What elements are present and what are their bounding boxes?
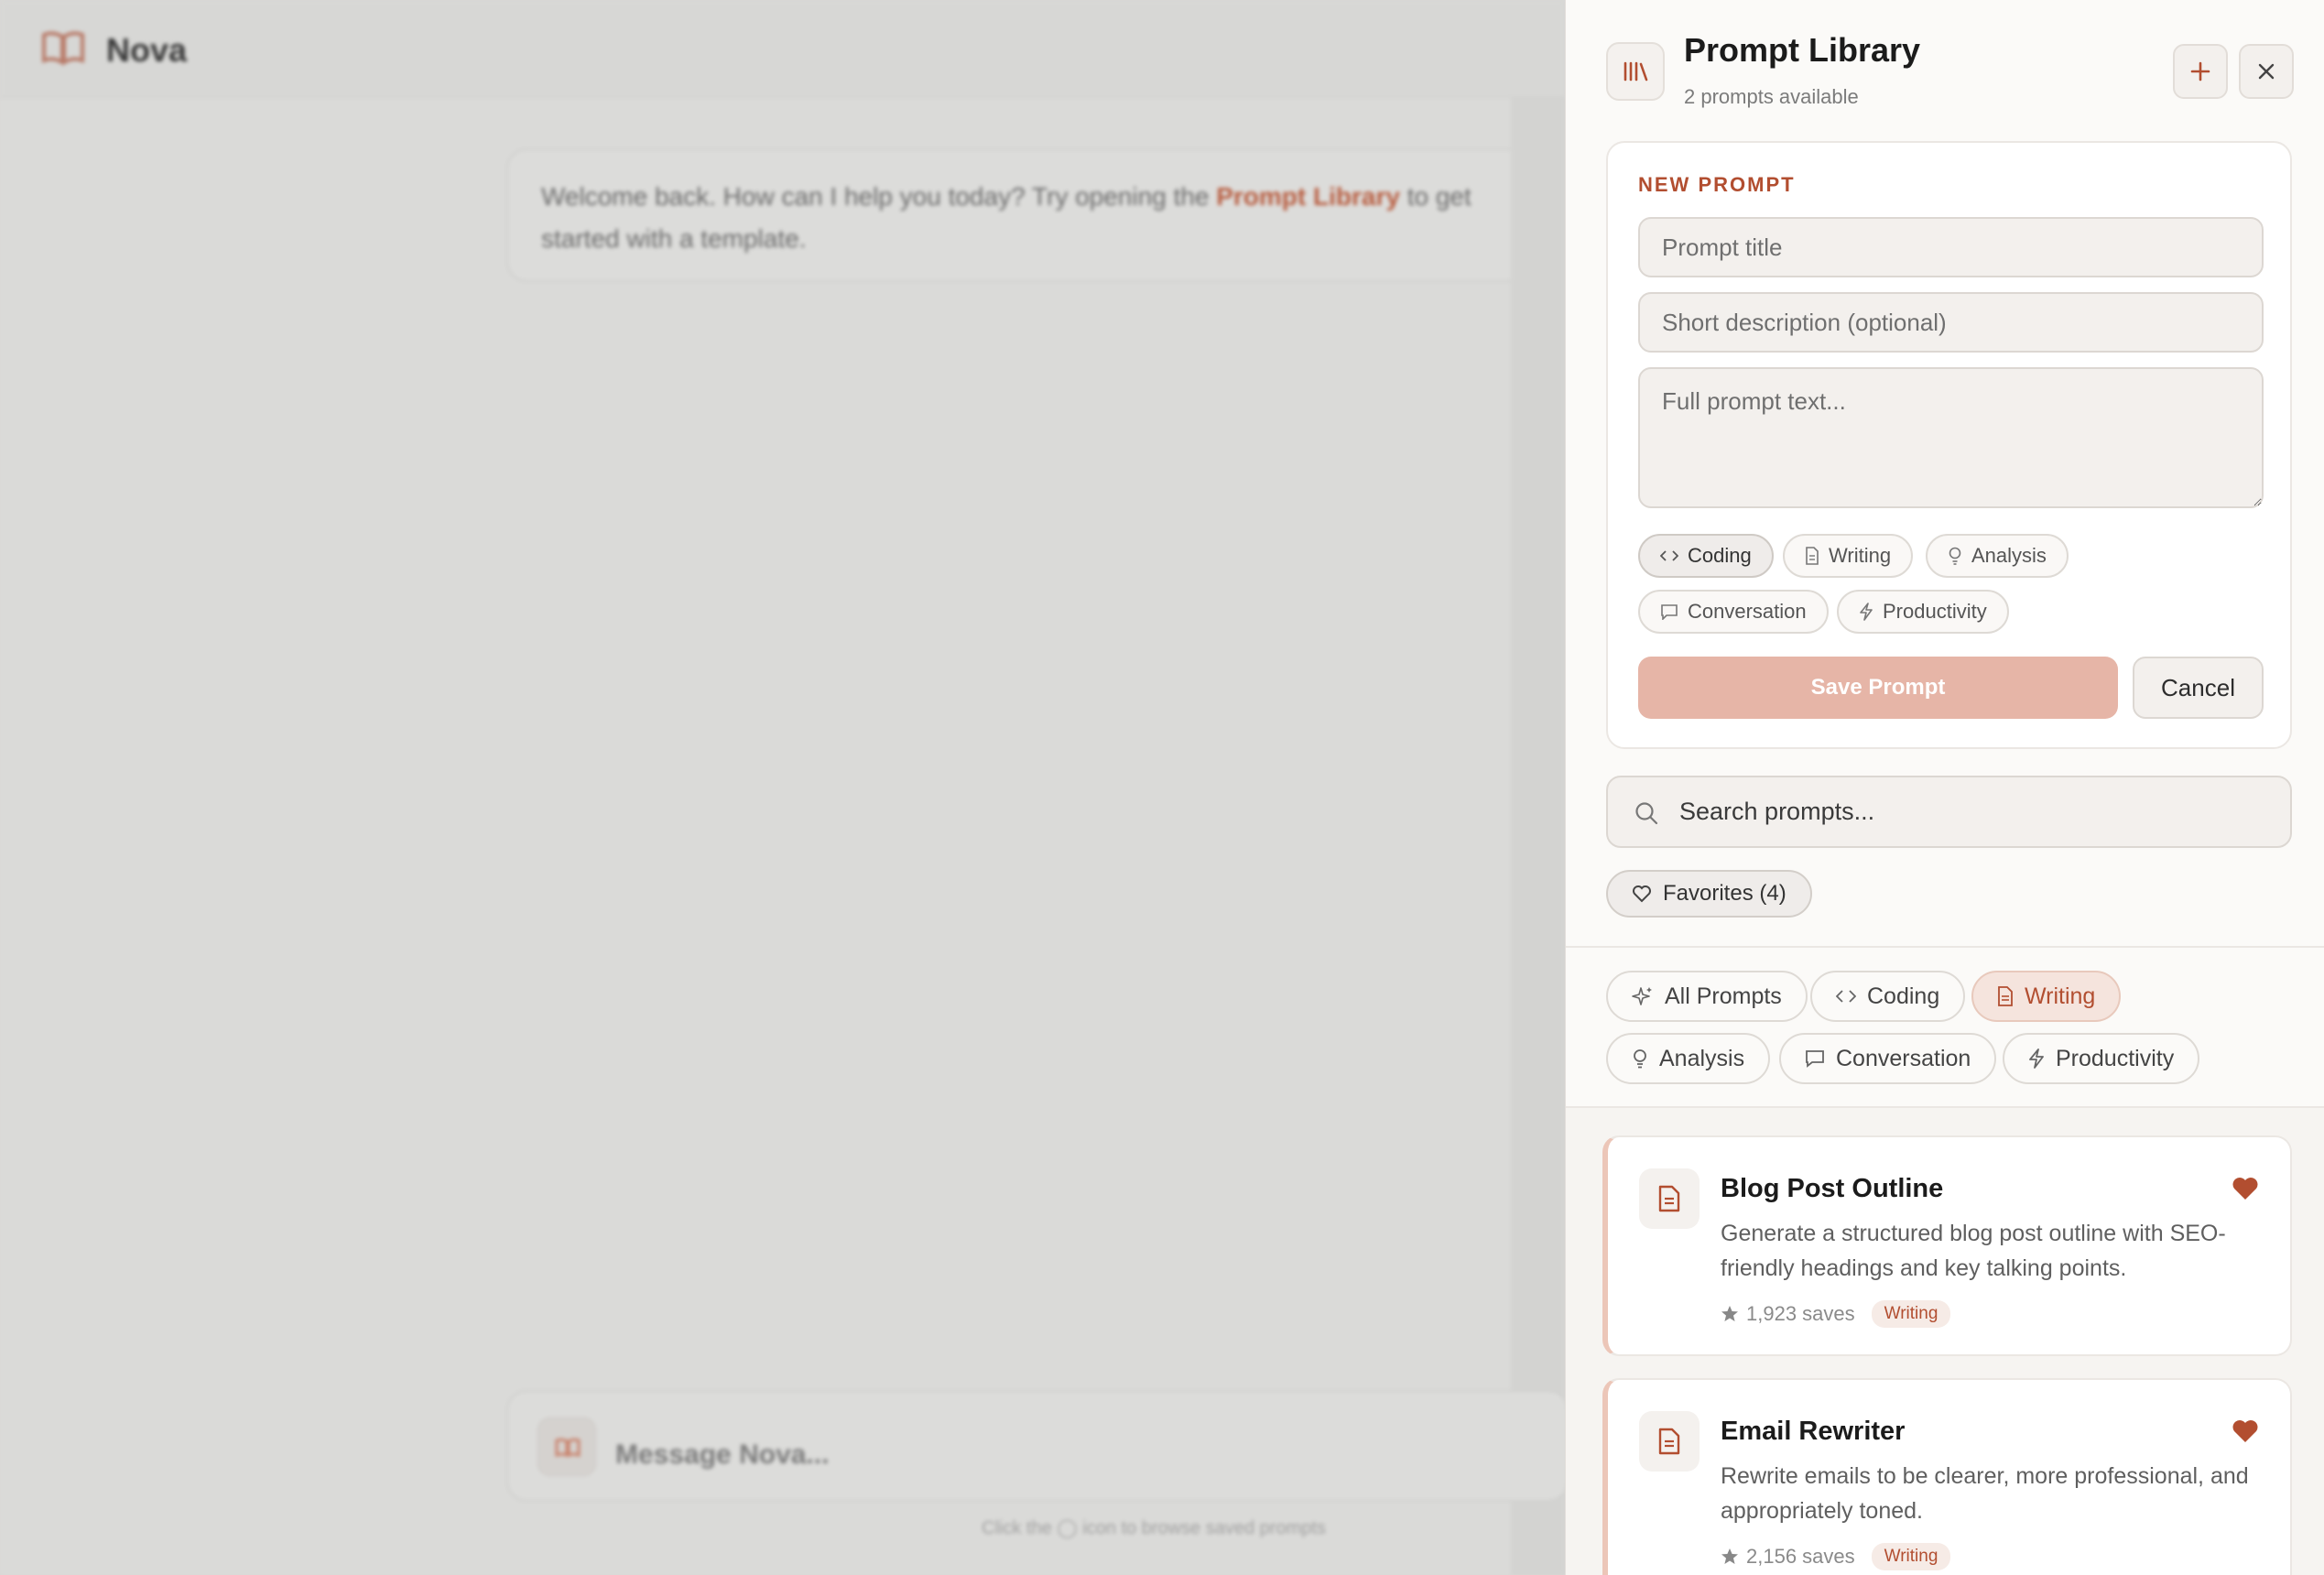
filter-label: All Prompts xyxy=(1665,983,1782,1009)
favorites-filter[interactable]: Favorites (4) xyxy=(1606,870,1812,918)
prompt-meta: 1,923 saves Writing xyxy=(1721,1300,1951,1328)
filter-label: Writing xyxy=(2025,983,2096,1009)
bolt-icon xyxy=(1860,603,1873,621)
prompt-title: Email Rewriter xyxy=(1721,1417,1906,1446)
prompt-title-input[interactable] xyxy=(1638,217,2264,277)
welcome-message: Welcome back. How can I help you today? … xyxy=(506,148,1559,282)
heart-filled-icon[interactable] xyxy=(2231,1176,2260,1201)
heart-filled-icon[interactable] xyxy=(2231,1418,2260,1444)
app-header xyxy=(0,0,1565,98)
filter-label: Analysis xyxy=(1659,1045,1745,1071)
prompt-description: Rewrite emails to be clearer, more profe… xyxy=(1721,1463,2249,1524)
filter-productivity[interactable]: Productivity xyxy=(2003,1033,2200,1084)
plus-icon xyxy=(2190,61,2210,81)
star-icon xyxy=(1721,1306,1738,1321)
prompt-list: Blog Post Outline Generate a structured … xyxy=(1566,1108,2324,1575)
search-input[interactable] xyxy=(1679,777,2275,846)
document-icon xyxy=(1639,1168,1700,1229)
panel-title: Prompt Library xyxy=(1684,31,1921,69)
filter-label: Conversation xyxy=(1836,1045,1971,1071)
category-tag: Writing xyxy=(1871,1543,1951,1570)
prompt-description: Generate a structured blog post outline … xyxy=(1721,1221,2226,1281)
chat-scroll-edge xyxy=(1511,98,1566,1575)
chip-label: Coding xyxy=(1688,544,1752,567)
close-icon xyxy=(2258,63,2275,80)
save-count: 2,156 saves xyxy=(1746,1545,1855,1568)
library-icon xyxy=(1606,42,1665,101)
prompt-card[interactable]: Blog Post Outline Generate a structured … xyxy=(1602,1135,2292,1356)
document-icon xyxy=(1639,1411,1700,1472)
book-logo-icon xyxy=(42,31,84,66)
prompt-text-input[interactable] xyxy=(1638,367,2264,508)
category-chip-productivity[interactable]: Productivity xyxy=(1837,590,2009,634)
chip-label: Conversation xyxy=(1688,600,1807,623)
book-icon: ◯ xyxy=(1057,1518,1078,1538)
filter-writing[interactable]: Writing xyxy=(1971,971,2122,1022)
close-panel-button[interactable] xyxy=(2239,44,2294,99)
prompt-library-link: Prompt Library xyxy=(1216,182,1400,211)
document-icon xyxy=(1998,986,2013,1006)
cancel-button[interactable]: Cancel xyxy=(2133,657,2264,719)
chip-label: Writing xyxy=(1829,544,1892,567)
search-box xyxy=(1606,776,2292,848)
category-chip-analysis[interactable]: Analysis xyxy=(1926,534,2069,578)
add-prompt-button[interactable] xyxy=(2173,44,2228,99)
composer-library-button xyxy=(538,1418,596,1476)
chip-label: Productivity xyxy=(1883,600,1987,623)
filter-label: Coding xyxy=(1867,983,1940,1009)
filter-coding[interactable]: Coding xyxy=(1810,971,1966,1022)
hint-text-end: icon to browse saved prompts xyxy=(1082,1518,1326,1538)
filter-label: Productivity xyxy=(2056,1045,2175,1071)
book-icon xyxy=(555,1438,581,1458)
chat-icon xyxy=(1806,1050,1824,1068)
save-prompt-button[interactable]: Save Prompt xyxy=(1638,657,2118,719)
category-chip-writing[interactable]: Writing xyxy=(1783,534,1914,578)
lightbulb-icon xyxy=(1634,1049,1646,1069)
save-count: 1,923 saves xyxy=(1746,1302,1855,1325)
prompt-count: 2 prompts available xyxy=(1684,85,1859,108)
chip-label: Analysis xyxy=(1971,544,2047,567)
star-icon xyxy=(1721,1548,1738,1564)
category-chip-conversation[interactable]: Conversation xyxy=(1638,590,1829,634)
composer-placeholder: Message Nova... xyxy=(615,1439,830,1470)
hint-text: Click the xyxy=(982,1518,1052,1538)
prompt-title: Blog Post Outline xyxy=(1721,1174,1944,1203)
welcome-text: Welcome back. How can I help you today? … xyxy=(541,182,1217,211)
background-app: Nova Welcome back. How can I help you to… xyxy=(0,0,1569,1575)
category-filters: All Prompts Coding Writing Analysis Conv… xyxy=(1566,948,2324,1108)
favorites-label: Favorites (4) xyxy=(1663,881,1786,906)
app-name: Nova xyxy=(106,31,188,69)
chat-icon xyxy=(1661,604,1678,620)
filter-analysis[interactable]: Analysis xyxy=(1606,1033,1771,1084)
prompt-description-input[interactable] xyxy=(1638,292,2264,353)
category-tag: Writing xyxy=(1871,1300,1951,1328)
prompt-meta: 2,156 saves Writing xyxy=(1721,1543,1951,1570)
bolt-icon xyxy=(2029,1048,2044,1069)
lightbulb-icon xyxy=(1949,547,1961,565)
composer-hint: Click the ◯ icon to browse saved prompts xyxy=(982,1516,1326,1539)
prompt-library-panel: Prompt Library 2 prompts available NEW P… xyxy=(1565,0,2324,1575)
category-chip-coding[interactable]: Coding xyxy=(1638,534,1774,578)
heart-outline-icon xyxy=(1633,885,1651,903)
filter-all-prompts[interactable]: All Prompts xyxy=(1606,971,1808,1022)
new-prompt-form: NEW PROMPT Coding Writing Analysis Conve… xyxy=(1606,141,2292,749)
code-icon xyxy=(1836,990,1856,1003)
sparkle-icon xyxy=(1632,987,1652,1005)
prompt-card[interactable]: Email Rewriter Rewrite emails to be clea… xyxy=(1602,1378,2292,1575)
code-icon xyxy=(1660,550,1678,561)
search-icon xyxy=(1635,802,1658,825)
filter-conversation[interactable]: Conversation xyxy=(1779,1033,1997,1084)
new-prompt-label: NEW PROMPT xyxy=(1638,173,1796,196)
document-icon xyxy=(1806,547,1819,565)
